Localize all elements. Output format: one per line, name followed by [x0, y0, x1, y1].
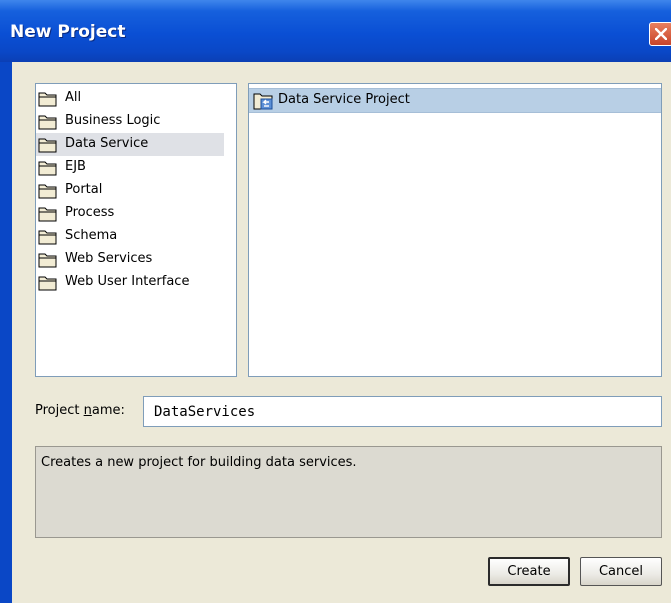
category-label: Business Logic [65, 113, 161, 128]
close-button[interactable] [649, 22, 671, 46]
folder-icon [38, 207, 57, 222]
category-item-data-service[interactable]: Data Service [36, 133, 224, 156]
category-item-web-services[interactable]: Web Services [36, 248, 224, 271]
category-label: Web Services [65, 251, 153, 266]
category-label: All [65, 90, 82, 105]
category-item-business-logic[interactable]: Business Logic [36, 110, 224, 133]
folder-icon [38, 138, 57, 153]
folder-icon [38, 184, 57, 199]
category-label: Schema [65, 228, 118, 243]
description-text: Creates a new project for building data … [41, 455, 357, 470]
project-name-input[interactable] [143, 396, 662, 427]
cancel-button[interactable]: Cancel [580, 557, 662, 586]
folder-icon [38, 161, 57, 176]
title-bar: New Project [0, 0, 671, 62]
category-list[interactable]: All Business Logic Data Service EJB Port… [35, 83, 237, 377]
category-item-all[interactable]: All [36, 87, 224, 110]
dialog-title: New Project [10, 22, 126, 42]
create-button[interactable]: Create [488, 557, 570, 586]
folder-icon [38, 92, 57, 107]
category-item-process[interactable]: Process [36, 202, 224, 225]
template-label: Data Service Project [278, 92, 410, 107]
category-label: EJB [65, 159, 86, 174]
project-name-label: Project name: [35, 403, 125, 418]
folder-icon [38, 276, 57, 291]
category-item-web-user-interface[interactable]: Web User Interface [36, 271, 224, 294]
folder-icon [38, 115, 57, 130]
description-panel: Creates a new project for building data … [35, 446, 662, 538]
category-item-portal[interactable]: Portal [36, 179, 224, 202]
category-label: Process [65, 205, 115, 220]
category-label: Data Service [65, 136, 149, 151]
close-icon [655, 28, 667, 40]
category-label: Web User Interface [65, 274, 190, 289]
category-item-ejb[interactable]: EJB [36, 156, 224, 179]
project-template-list[interactable]: Data Service Project [248, 83, 662, 377]
category-label: Portal [65, 182, 103, 197]
window-frame [0, 62, 12, 603]
template-item-data-service-project[interactable]: Data Service Project [249, 88, 661, 113]
data-service-project-icon [253, 93, 273, 110]
category-item-schema[interactable]: Schema [36, 225, 224, 248]
folder-icon [38, 253, 57, 268]
folder-icon [38, 230, 57, 245]
